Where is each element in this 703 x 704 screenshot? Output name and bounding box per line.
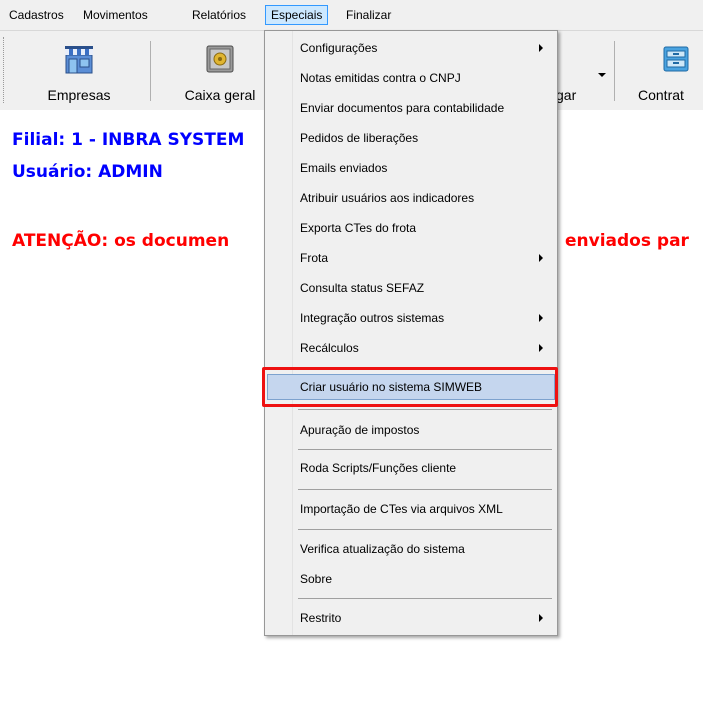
empresas-button[interactable]: Empresas (34, 35, 124, 107)
menu-cadastros[interactable]: Cadastros (4, 0, 69, 30)
menu-item-frota[interactable]: Frota (267, 245, 555, 271)
menu-item-recalculos[interactable]: Recálculos (267, 335, 555, 361)
pagar-dropdown-arrow-icon[interactable] (598, 73, 606, 77)
contratos-label: Contrat (638, 87, 684, 103)
menu-bar: Cadastros Movimentos Relatórios Especiai… (0, 0, 703, 30)
submenu-arrow-icon (539, 254, 543, 262)
pagar-label: gar (556, 87, 577, 103)
menu-finalizar[interactable]: Finalizar (341, 0, 396, 30)
safe-icon (206, 45, 234, 73)
submenu-arrow-icon (539, 344, 543, 352)
caixa-geral-button[interactable]: Caixa geral (174, 35, 266, 107)
menu-item-roda-scripts[interactable]: Roda Scripts/Funções cliente (267, 455, 555, 481)
submenu-arrow-icon (539, 314, 543, 322)
toolbar-separator (150, 41, 151, 101)
menu-item-emails-enviados[interactable]: Emails enviados (267, 155, 555, 181)
menu-item-configuracoes[interactable]: Configurações (267, 35, 555, 61)
submenu-arrow-icon (539, 44, 543, 52)
menu-separator (298, 449, 552, 450)
menu-item-integracao[interactable]: Integração outros sistemas (267, 305, 555, 331)
usuario-text: Usuário: ADMIN (12, 162, 163, 182)
empresas-label: Empresas (47, 87, 111, 103)
store-icon (65, 46, 93, 74)
menu-item-notas-emitidas[interactable]: Notas emitidas contra o CNPJ (267, 65, 555, 91)
especiais-dropdown-menu: Configurações Notas emitidas contra o CN… (264, 30, 558, 636)
submenu-arrow-icon (539, 614, 543, 622)
menu-item-verifica-atualizacao[interactable]: Verifica atualização do sistema (267, 536, 555, 562)
menu-item-sobre[interactable]: Sobre (267, 566, 555, 592)
menu-item-apuracao-impostos[interactable]: Apuração de impostos (267, 417, 555, 443)
menu-separator (298, 409, 552, 410)
menu-item-enviar-documentos[interactable]: Enviar documentos para contabilidade (267, 95, 555, 121)
menu-item-pedidos-liberacoes[interactable]: Pedidos de liberações (267, 125, 555, 151)
toolbar-separator (614, 41, 615, 101)
caixa-geral-label: Caixa geral (184, 87, 256, 103)
highlight-annotation-box (262, 367, 558, 407)
contratos-button[interactable]: Contrat (638, 35, 703, 107)
toolbar-grip[interactable] (3, 37, 5, 103)
menu-item-consulta-sefaz[interactable]: Consulta status SEFAZ (267, 275, 555, 301)
menu-separator (298, 489, 552, 490)
menu-movimentos[interactable]: Movimentos (78, 0, 153, 30)
menu-especiais[interactable]: Especiais (265, 5, 329, 25)
filial-text: Filial: 1 - INBRA SYSTEM (12, 130, 245, 150)
pagar-button[interactable]: gar (556, 35, 596, 107)
menu-separator (298, 598, 552, 599)
menu-item-importacao-ctes-xml[interactable]: Importação de CTes via arquivos XML (267, 496, 555, 522)
menu-relatorios[interactable]: Relatórios (187, 0, 251, 30)
attention-text-right: enviados par (565, 231, 689, 251)
menu-item-exporta-ctes[interactable]: Exporta CTes do frota (267, 215, 555, 241)
menu-separator (298, 529, 552, 530)
contracts-icon (663, 46, 689, 72)
menu-item-restrito[interactable]: Restrito (267, 605, 555, 631)
attention-text-left: ATENÇÃO: os documen (12, 231, 230, 251)
menu-item-atribuir-usuarios[interactable]: Atribuir usuários aos indicadores (267, 185, 555, 211)
